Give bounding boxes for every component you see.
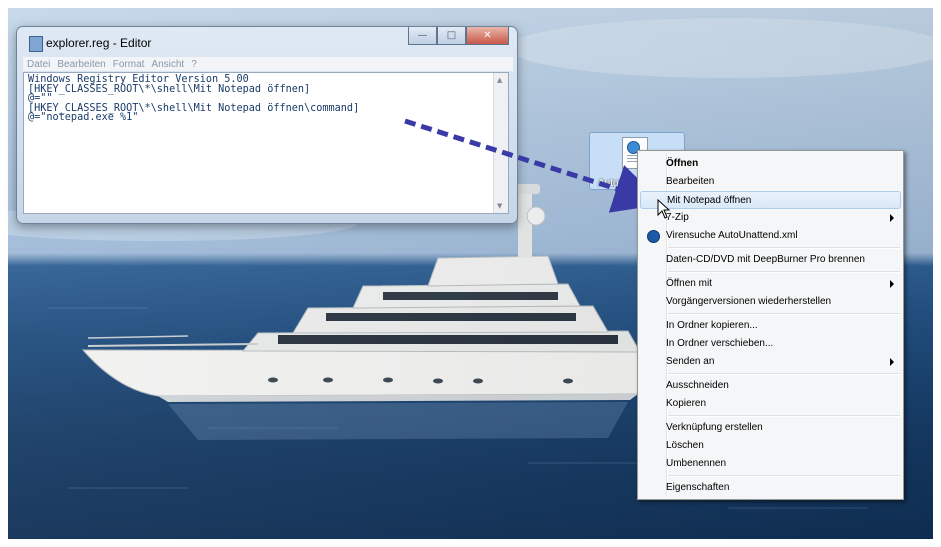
- submenu-arrow-icon: [890, 214, 894, 222]
- menu-item-eigenschaften[interactable]: Eigenschaften: [640, 479, 901, 497]
- notepad-icon: [29, 36, 43, 52]
- code-line: @="notepad.exe %1": [28, 112, 139, 124]
- menu-bar: Datei Bearbeiten Format Ansicht ?: [23, 57, 513, 71]
- menu-help[interactable]: ?: [191, 59, 197, 70]
- text-editor-area[interactable]: Windows Registry Editor Version 5.00 [HKE…: [23, 72, 509, 214]
- menu-item-oeffnen[interactable]: Öffnen: [640, 155, 901, 173]
- context-menu: Öffnen Bearbeiten Mit Notepad öffnen 7-Z…: [637, 150, 904, 500]
- menu-item-oeffnen-mit[interactable]: Öffnen mit: [640, 275, 901, 293]
- notepad-window[interactable]: explorer.reg - Editor — □ ✕ Datei Bearbe…: [16, 26, 518, 224]
- menu-separator: [668, 373, 900, 375]
- scroll-up-icon[interactable]: ▲: [497, 76, 502, 84]
- minimize-icon[interactable]: —: [408, 27, 437, 45]
- menu-item-umbenennen[interactable]: Umbenennen: [640, 455, 901, 473]
- menu-item-in-ordner-verschieben[interactable]: In Ordner verschieben...: [640, 335, 901, 353]
- menu-item-7zip[interactable]: 7-Zip: [640, 209, 901, 227]
- mouse-cursor-icon: [657, 199, 671, 219]
- menu-separator: [668, 415, 900, 417]
- menu-item-in-ordner-kopieren[interactable]: In Ordner kopieren...: [640, 317, 901, 335]
- menu-format[interactable]: Format: [113, 59, 145, 70]
- menu-separator: [668, 271, 900, 273]
- menu-separator: [668, 313, 900, 315]
- menu-item-deepburner[interactable]: Daten-CD/DVD mit DeepBurner Pro brennen: [640, 251, 901, 269]
- code-line: [HKEY_CLASSES_ROOT\*\shell\Mit Notepad ö…: [28, 83, 311, 95]
- scroll-down-icon[interactable]: ▼: [497, 202, 502, 210]
- menu-item-vorgaengerversionen[interactable]: Vorgängerversionen wiederherstellen: [640, 293, 901, 311]
- menu-separator: [668, 475, 900, 477]
- submenu-arrow-icon: [890, 358, 894, 366]
- menu-bearbeiten[interactable]: Bearbeiten: [57, 59, 105, 70]
- vertical-scrollbar[interactable]: ▲ ▼: [493, 73, 508, 213]
- menu-item-mit-notepad-oeffnen[interactable]: Mit Notepad öffnen: [640, 191, 901, 209]
- antivirus-icon: [647, 230, 660, 243]
- editor-content: Windows Registry Editor Version 5.00 [HKE…: [28, 75, 359, 123]
- menu-item-senden-an[interactable]: Senden an: [640, 353, 901, 371]
- desktop-file-label: AutoUnat: [598, 178, 640, 189]
- window-controls: — □ ✕: [408, 27, 509, 45]
- menu-ansicht[interactable]: Ansicht: [151, 59, 184, 70]
- menu-item-ausschneiden[interactable]: Ausschneiden: [640, 377, 901, 395]
- submenu-arrow-icon: [890, 280, 894, 288]
- menu-datei[interactable]: Datei: [27, 59, 50, 70]
- close-icon[interactable]: ✕: [466, 27, 509, 45]
- maximize-icon[interactable]: □: [437, 27, 466, 45]
- menu-separator: [668, 247, 900, 249]
- menu-item-kopieren[interactable]: Kopieren: [640, 395, 901, 413]
- menu-item-bearbeiten[interactable]: Bearbeiten: [640, 173, 901, 191]
- menu-item-verknuepfung-erstellen[interactable]: Verknüpfung erstellen: [640, 419, 901, 437]
- menu-item-loeschen[interactable]: Löschen: [640, 437, 901, 455]
- menu-item-virensuche[interactable]: Virensuche AutoUnattend.xml: [640, 227, 901, 245]
- window-title: explorer.reg - Editor: [46, 36, 152, 50]
